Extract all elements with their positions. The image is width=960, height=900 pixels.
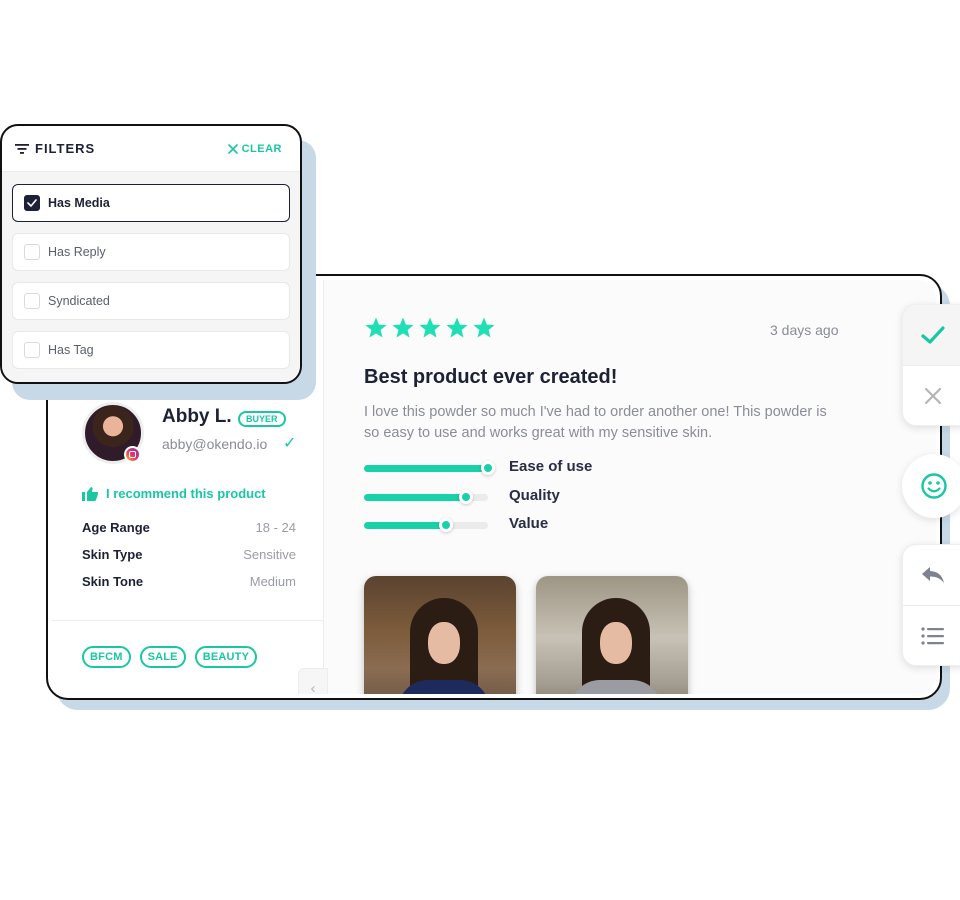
rating-label: Ease of use [509, 458, 593, 475]
star-filled-icon [419, 317, 441, 338]
attribute-rating-row: Ease of use [364, 458, 604, 476]
review-title: Best product ever created! [364, 366, 618, 388]
thumbs-up-icon [82, 486, 98, 501]
checkbox-checked[interactable] [24, 195, 40, 211]
filter-options: Has Media Has Reply Syndicated Has Tag [2, 172, 300, 382]
reviewer-name: Abby L. [162, 406, 232, 427]
checkbox[interactable] [24, 342, 40, 358]
attribute-row: Skin Type Sensitive [82, 547, 296, 562]
rating-knob [481, 461, 495, 475]
filter-option-has-reply[interactable]: Has Reply [12, 233, 290, 271]
rating-track [364, 518, 488, 532]
check-icon [921, 326, 945, 344]
tag-list: BFCM SALE BEAUTY [82, 646, 258, 668]
rating-knob [458, 490, 473, 504]
review-photo[interactable] [536, 576, 688, 694]
verified-check-icon: ✓ [283, 435, 297, 452]
filters-title: FILTERS [15, 141, 95, 156]
rating-fill [364, 465, 488, 472]
clear-filters-button[interactable]: CLEAR [227, 142, 282, 155]
attribute-label: Age Range [82, 520, 150, 535]
filter-label: Syndicated [48, 294, 110, 308]
chevron-left-icon: ‹ [310, 679, 316, 695]
approve-button[interactable] [903, 305, 960, 365]
recommend-text: I recommend this product [106, 486, 266, 501]
checkbox[interactable] [24, 293, 40, 309]
filter-label: Has Reply [48, 245, 106, 259]
filters-header: FILTERS CLEAR [2, 126, 300, 172]
rating-knob [438, 518, 453, 532]
attribute-label: Skin Tone [82, 574, 144, 589]
checkbox[interactable] [24, 244, 40, 260]
review-timestamp: 3 days ago [770, 322, 839, 338]
details-button[interactable] [903, 605, 960, 665]
filters-panel: FILTERS CLEAR Has Media Has Reply Syndic… [0, 124, 302, 384]
smiley-icon [921, 473, 947, 499]
reject-button[interactable] [903, 365, 960, 425]
attribute-value: 18 - 24 [255, 520, 296, 535]
attribute-label: Skin Type [82, 547, 143, 562]
tag-chip[interactable]: BEAUTY [194, 646, 258, 668]
filter-label: Has Tag [48, 343, 94, 357]
filter-option-has-tag[interactable]: Has Tag [12, 331, 290, 369]
tag-chip[interactable]: BFCM [82, 646, 131, 668]
attribute-rating-row: Quality [364, 487, 604, 505]
check-icon [27, 199, 37, 207]
attribute-rating-row: Value [364, 515, 604, 533]
rating-fill [364, 522, 446, 529]
star-filled-icon [446, 317, 468, 338]
star-filled-icon [365, 317, 387, 338]
rating-track [364, 461, 495, 475]
filter-label: Has Media [48, 196, 110, 210]
filter-option-has-media[interactable]: Has Media [12, 184, 290, 222]
instagram-icon [124, 446, 141, 463]
filter-option-syndicated[interactable]: Syndicated [12, 282, 290, 320]
recommend-indicator: I recommend this product [82, 486, 266, 501]
reply-icon [922, 567, 944, 583]
attribute-row: Age Range 18 - 24 [82, 520, 296, 535]
rating-fill [364, 494, 466, 501]
star-filled-icon [392, 317, 414, 338]
buyer-badge: BUYER [238, 411, 286, 427]
list-icon [921, 626, 944, 645]
rating-label: Quality [509, 487, 560, 504]
secondary-actions [902, 544, 960, 666]
star-rating [364, 316, 496, 340]
reply-button[interactable] [903, 545, 960, 605]
moderation-actions [902, 304, 960, 426]
attribute-value: Sensitive [243, 547, 296, 562]
review-content: 3 days ago Best product ever created! I … [324, 280, 936, 694]
tag-chip[interactable]: SALE [139, 646, 186, 668]
filters-title-text: FILTERS [35, 141, 96, 156]
clear-label: CLEAR [241, 142, 282, 155]
close-icon [924, 387, 942, 404]
reviewer-email: abby@okendo.io [162, 436, 268, 452]
sentiment-button[interactable] [902, 454, 960, 518]
close-icon [227, 143, 238, 154]
attribute-value: Medium [249, 574, 296, 589]
review-body: I love this powder so much I've had to o… [364, 404, 827, 441]
rating-track [364, 490, 488, 504]
divider [52, 620, 324, 621]
attribute-row: Skin Tone Medium [82, 574, 296, 589]
rating-label: Value [509, 515, 549, 532]
star-filled-icon [473, 317, 495, 338]
review-photo[interactable] [364, 576, 516, 694]
filter-icon [15, 143, 29, 154]
